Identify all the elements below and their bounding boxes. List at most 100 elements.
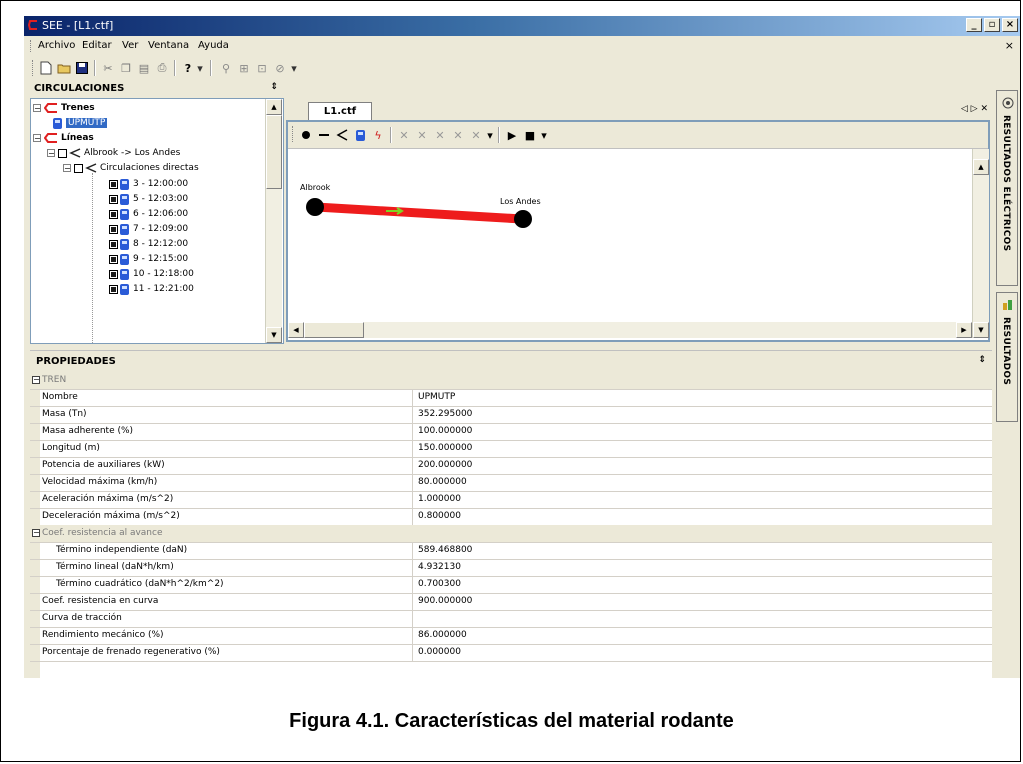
property-value[interactable]: UPMUTP	[418, 392, 455, 402]
delete-branch-icon[interactable]: ✕	[432, 127, 448, 143]
new-file-icon[interactable]	[38, 60, 54, 76]
restore-icon[interactable]: ▫	[984, 18, 1000, 32]
toolbar-grip[interactable]	[292, 126, 294, 142]
menu-archivo[interactable]: Archivo	[38, 40, 75, 51]
collapse-icon[interactable]: −	[47, 149, 55, 158]
scroll-thumb[interactable]	[266, 115, 282, 189]
scroll-left-icon[interactable]: ◀	[288, 322, 304, 338]
track-canvas[interactable]: Albrook Los Andes	[288, 149, 972, 322]
delete-substation-icon[interactable]: ✕	[468, 127, 484, 143]
network-icon[interactable]: ⊡	[254, 60, 270, 76]
property-value[interactable]: 0.800000	[418, 511, 461, 521]
help-icon[interactable]: ?	[180, 60, 196, 76]
grid-icon[interactable]: ⊞	[236, 60, 252, 76]
property-value[interactable]: 352.295000	[418, 409, 472, 419]
segment-tool-icon[interactable]	[316, 127, 332, 143]
menu-ventana[interactable]: Ventana	[148, 40, 189, 51]
title-bar[interactable]: SEE - [L1.ctf] _ ▫ ×	[24, 16, 1020, 36]
tree-node-circulaciones-directas[interactable]: − Circulaciones directas	[63, 161, 199, 175]
node-tool-icon[interactable]	[298, 127, 314, 143]
circulation-checkbox[interactable]	[109, 224, 118, 234]
property-value[interactable]: 100.000000	[418, 426, 472, 436]
property-value[interactable]: 589.468800	[418, 545, 472, 555]
scroll-down-icon[interactable]: ▼	[266, 327, 282, 343]
menu-grip[interactable]	[30, 40, 33, 52]
station-node-los-andes[interactable]	[514, 210, 532, 228]
scroll-down-icon[interactable]: ▼	[973, 322, 989, 338]
category-row-tren[interactable]: − TREN	[30, 372, 992, 390]
collapse-icon[interactable]: −	[33, 134, 41, 143]
property-row[interactable]: Término independiente (daN) 589.468800	[30, 542, 992, 560]
track-segment[interactable]	[315, 202, 523, 224]
tree-scrollbar[interactable]: ▲ ▼	[265, 99, 282, 343]
delete-segment-icon[interactable]: ✕	[414, 127, 430, 143]
tree-node-train-unit[interactable]: UPMUTP	[53, 116, 108, 130]
property-row[interactable]: Porcentaje de frenado regenerativo (%) 0.…	[30, 644, 992, 662]
menu-editar[interactable]: Editar	[82, 40, 112, 51]
tab-resultados[interactable]: RESULTADOS	[996, 292, 1018, 422]
close-icon[interactable]: ×	[1002, 18, 1018, 32]
property-row[interactable]: Curva de tracción	[30, 610, 992, 628]
print-icon[interactable]: ⎙	[154, 60, 170, 76]
property-row[interactable]: Masa adherente (%) 100.000000	[30, 423, 992, 441]
property-value[interactable]: 0.700300	[418, 579, 461, 589]
tree-node-circulation[interactable]: 7 - 12:09:00	[109, 222, 188, 236]
canvas-vscroll[interactable]: ▲ ▼	[972, 149, 989, 338]
toolbar-overflow-icon[interactable]: ▾	[486, 127, 494, 143]
scroll-right-icon[interactable]: ▶	[956, 322, 972, 338]
property-row[interactable]: Deceleración máxima (m/s^2) 0.800000	[30, 508, 992, 526]
paste-icon[interactable]: ▤	[136, 60, 152, 76]
pin-icon[interactable]: ⇕	[978, 355, 986, 365]
property-value[interactable]: 0.000000	[418, 647, 461, 657]
save-icon[interactable]	[74, 60, 90, 76]
toolbar-overflow-icon[interactable]: ▾	[196, 60, 204, 76]
circulation-checkbox[interactable]	[109, 239, 118, 249]
circ-checkbox[interactable]	[74, 163, 83, 173]
collapse-icon[interactable]: −	[32, 529, 40, 537]
circulation-checkbox[interactable]	[109, 269, 118, 279]
toolbar3-overflow-icon[interactable]: ▾	[540, 127, 548, 143]
line-checkbox[interactable]	[58, 148, 67, 158]
property-value[interactable]: 1.000000	[418, 494, 461, 504]
circulation-checkbox[interactable]	[109, 209, 118, 219]
property-value[interactable]: 150.000000	[418, 443, 472, 453]
open-folder-icon[interactable]	[56, 60, 72, 76]
property-row[interactable]: Velocidad máxima (km/h) 80.000000	[30, 474, 992, 492]
tree-node-circulation[interactable]: 11 - 12:21:00	[109, 282, 194, 296]
menu-ver[interactable]: Ver	[122, 40, 138, 51]
property-row[interactable]: Nombre UPMUTP	[30, 389, 992, 407]
cut-icon[interactable]: ✂	[100, 60, 116, 76]
cycle-icon[interactable]: ⊘	[272, 60, 288, 76]
collapse-icon[interactable]: −	[63, 164, 71, 173]
property-row[interactable]: Longitud (m) 150.000000	[30, 440, 992, 458]
circulation-checkbox[interactable]	[109, 179, 118, 189]
circulation-checkbox[interactable]	[109, 284, 118, 294]
document-close-icon[interactable]: ×	[1005, 39, 1014, 52]
property-row[interactable]: Término lineal (daN*h/km) 4.932130	[30, 559, 992, 577]
tree-node-circulation[interactable]: 3 - 12:00:00	[109, 177, 188, 191]
toolbar-grip[interactable]	[32, 60, 34, 76]
tab-l1-ctf[interactable]: L1.ctf	[308, 102, 372, 121]
train-tool-icon[interactable]	[352, 127, 368, 143]
property-value[interactable]: 86.000000	[418, 630, 467, 640]
substation-tool-icon[interactable]: ϟ	[370, 127, 386, 143]
delete-node-icon[interactable]: ✕	[396, 127, 412, 143]
link-icon[interactable]: ⚲	[218, 60, 234, 76]
delete-train-icon[interactable]: ✕	[450, 127, 466, 143]
tree-node-circulation[interactable]: 5 - 12:03:00	[109, 192, 188, 206]
property-row[interactable]: Término cuadrático (daN*h^2/km^2) 0.70030…	[30, 576, 992, 594]
menu-ayuda[interactable]: Ayuda	[198, 40, 229, 51]
property-value[interactable]: 900.000000	[418, 596, 472, 606]
property-row[interactable]: Potencia de auxiliares (kW) 200.000000	[30, 457, 992, 475]
play-icon[interactable]: ▶	[504, 127, 520, 143]
collapse-icon[interactable]: −	[33, 104, 41, 113]
tree-node-circulation[interactable]: 6 - 12:06:00	[109, 207, 188, 221]
property-value[interactable]: 200.000000	[418, 460, 472, 470]
stop-icon[interactable]: ■	[522, 127, 538, 143]
copy-icon[interactable]: ❐	[118, 60, 134, 76]
property-row[interactable]: Rendimiento mecánico (%) 86.000000	[30, 627, 992, 645]
pin-icon[interactable]: ⇕	[270, 82, 278, 92]
tab-resultados-electricos[interactable]: RESULTADOS ELÉCTRICOS	[996, 90, 1018, 286]
scroll-up-icon[interactable]: ▲	[266, 99, 282, 115]
property-row[interactable]: Masa (Tn) 352.295000	[30, 406, 992, 424]
